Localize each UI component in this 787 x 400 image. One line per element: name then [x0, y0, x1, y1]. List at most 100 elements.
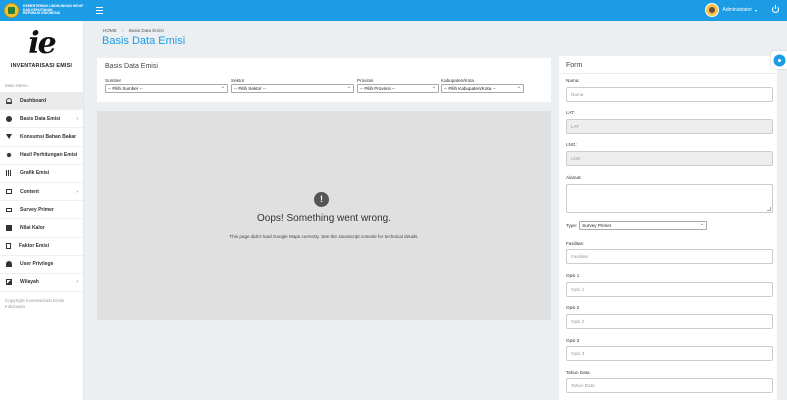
sidebar-item-nilai-kalor[interactable]: Nilai Kalor: [0, 219, 83, 238]
filter-sumber: Sumber -- Pilih Sumber --: [105, 78, 228, 93]
type-row: Type: Survey Primer: [566, 221, 708, 230]
error-icon: !: [314, 192, 329, 207]
sidebar-item-dashboard[interactable]: Dashboard: [0, 92, 83, 111]
sidebar-item-label: Wilayah: [20, 279, 39, 286]
sidebar-item-label: Survey Primer: [20, 206, 54, 213]
lng-label: LNG:: [566, 142, 577, 147]
filter-provinsi: Provinsi -- Pilih Provinsi --: [357, 78, 439, 93]
opsi1-label: Opsi 1: [566, 273, 580, 278]
opsi2-input[interactable]: Opsi 2: [566, 314, 773, 329]
opsi2-label: Opsi 2: [566, 305, 580, 310]
nama-label: Nama:: [566, 78, 580, 83]
brand-name: INVENTARISASI EMISI: [10, 63, 73, 69]
user-icon: [6, 261, 12, 268]
sidebar-item-label: Faktor Emisi: [19, 243, 50, 250]
fasilitas-input[interactable]: Fasilitas: [566, 249, 773, 264]
sidebar-item-label: Nilai Kalor: [20, 224, 45, 231]
sidebar-item-label: Content: [20, 188, 39, 195]
lng-input: LNG: [566, 151, 773, 166]
sidebar-item-label: Dashboard: [20, 97, 47, 104]
sidebar-item-label: Hasil Perhitungan Emisi: [20, 152, 78, 159]
settings-button[interactable]: [771, 51, 787, 69]
provinsi-select[interactable]: -- Pilih Provinsi --: [357, 84, 439, 93]
alamat-textarea[interactable]: [566, 184, 773, 213]
user-name: Administrator: [722, 7, 752, 13]
type-label: Type:: [566, 223, 578, 228]
sidebar-item-survey-primer[interactable]: Survey Primer: [0, 201, 83, 220]
top-navbar: KEMENTERIAN LINGKUNGAN HIDUP DAN KEHUTAN…: [0, 0, 787, 21]
breadcrumb-current: Basis Data Emisi: [128, 28, 164, 33]
sidebar-item-konsumsi-bahan-bakar[interactable]: Konsumsi Bahan Bakar: [0, 128, 83, 147]
logout-power-icon[interactable]: [772, 4, 779, 13]
copyright: Copyright Inventarisasi Emisi Indonesia: [5, 298, 65, 310]
fasilitas-label: Fasilitas:: [566, 241, 585, 246]
opsi3-input[interactable]: Opsi 3: [566, 346, 773, 361]
filter-label: Provinsi: [357, 78, 374, 83]
chevron-right-icon: ›: [76, 188, 78, 195]
ministry-logo[interactable]: KEMENTERIAN LINGKUNGAN HIDUP DAN KEHUTAN…: [0, 0, 92, 21]
map-error-message: This page didn't load Google Maps correc…: [229, 234, 419, 239]
lat-label: LAT:: [566, 110, 575, 115]
filter-label: Sumber: [105, 78, 122, 83]
ministry-name: KEMENTERIAN LINGKUNGAN HIDUP DAN KEHUTAN…: [23, 4, 83, 16]
tahun-data-label: Tahun Data: [566, 370, 590, 375]
type-select[interactable]: Survey Primer: [579, 221, 708, 230]
user-menu[interactable]: Administrator ▾: [704, 3, 757, 17]
info-icon: [6, 115, 12, 122]
sidebar-item-label: User Privilege: [20, 261, 54, 268]
kabupaten-kota-select[interactable]: -- Pilih Kabupaten/Kota --: [441, 84, 524, 93]
tahun-data-input[interactable]: Tahun Data: [566, 378, 773, 393]
sidebar-item-user-privilege[interactable]: User Privilege: [0, 256, 83, 274]
breadcrumb-separator-icon: ›: [122, 28, 124, 33]
filter-icon: [6, 134, 12, 140]
filter-label: Kabupaten/Kota: [441, 78, 474, 83]
sumber-select[interactable]: -- Pilih Sumber --: [105, 84, 228, 93]
sidebar-item-label: Basis Data Emisi: [20, 115, 61, 122]
menu-label: Main Menu: [5, 83, 28, 88]
page-title: Basis Data Emisi: [102, 35, 186, 47]
form-panel: Form Nama: Nama LAT: LAT LNG: LNG Alamat…: [559, 56, 777, 400]
sektor-select[interactable]: -- Pilih Sektor --: [231, 84, 354, 93]
document-icon: [6, 243, 11, 250]
sidebar-item-hasil-perhitungan-emisi[interactable]: Hasil Perhitungan Emisi: [0, 147, 83, 165]
basis-data-card: Basis Data Emisi Sumber -- Pilih Sumber …: [97, 58, 551, 102]
sidebar-item-faktor-emisi[interactable]: Faktor Emisi: [0, 238, 83, 256]
image-icon: [6, 279, 12, 286]
filter-label: Sektor: [231, 78, 245, 83]
opsi3-label: Opsi 3: [566, 338, 580, 343]
brand-logo: ie: [28, 26, 56, 61]
monitor-icon: [6, 189, 12, 195]
divider: [559, 73, 777, 74]
form-title: Form: [566, 62, 583, 69]
gear-icon: [6, 152, 12, 159]
filter-kabupaten-kota: Kabupaten/Kota -- Pilih Kabupaten/Kota -…: [441, 78, 524, 93]
sidebar-item-label: Grafik Emisi: [20, 170, 50, 177]
sidebar-item-content[interactable]: Content ›: [0, 183, 83, 202]
caret-down-icon: ▾: [754, 7, 757, 13]
ministry-name-line: REPUBLIK INDONESIA: [23, 11, 61, 16]
alamat-label: Alamat:: [566, 175, 582, 180]
card-icon: [6, 207, 12, 212]
opsi1-input[interactable]: Opsi 1: [566, 282, 773, 297]
filter-sektor: Sektor -- Pilih Sektor --: [231, 78, 354, 93]
avatar: [704, 3, 719, 17]
menu-toggle-icon[interactable]: [96, 7, 103, 14]
gear-icon: [774, 55, 784, 65]
dashboard-icon: [6, 97, 12, 104]
lat-input: LAT: [566, 119, 773, 134]
sidebar-item-grafik-emisi[interactable]: Grafik Emisi: [0, 165, 83, 183]
breadcrumb-home[interactable]: HOME: [103, 28, 117, 33]
map-error-title: Oops! Something went wrong.: [257, 213, 391, 224]
brand: ie INVENTARISASI EMISI: [0, 21, 83, 77]
card-title: Basis Data Emisi: [105, 63, 158, 70]
sidebar-item-wilayah[interactable]: Wilayah ›: [0, 274, 83, 293]
nama-input[interactable]: Nama: [566, 87, 773, 102]
square-icon: [6, 224, 12, 231]
breadcrumb: HOME › Basis Data Emisi: [103, 28, 164, 33]
chevron-right-icon: ›: [76, 115, 78, 122]
bar-chart-icon: [6, 170, 12, 177]
sidebar-item-basis-data-emisi[interactable]: Basis Data Emisi ›: [0, 110, 83, 129]
map-container[interactable]: ! Oops! Something went wrong. This page …: [97, 111, 551, 320]
ministry-emblem-icon: [4, 3, 19, 18]
sidebar-item-label: Konsumsi Bahan Bakar: [20, 133, 77, 140]
